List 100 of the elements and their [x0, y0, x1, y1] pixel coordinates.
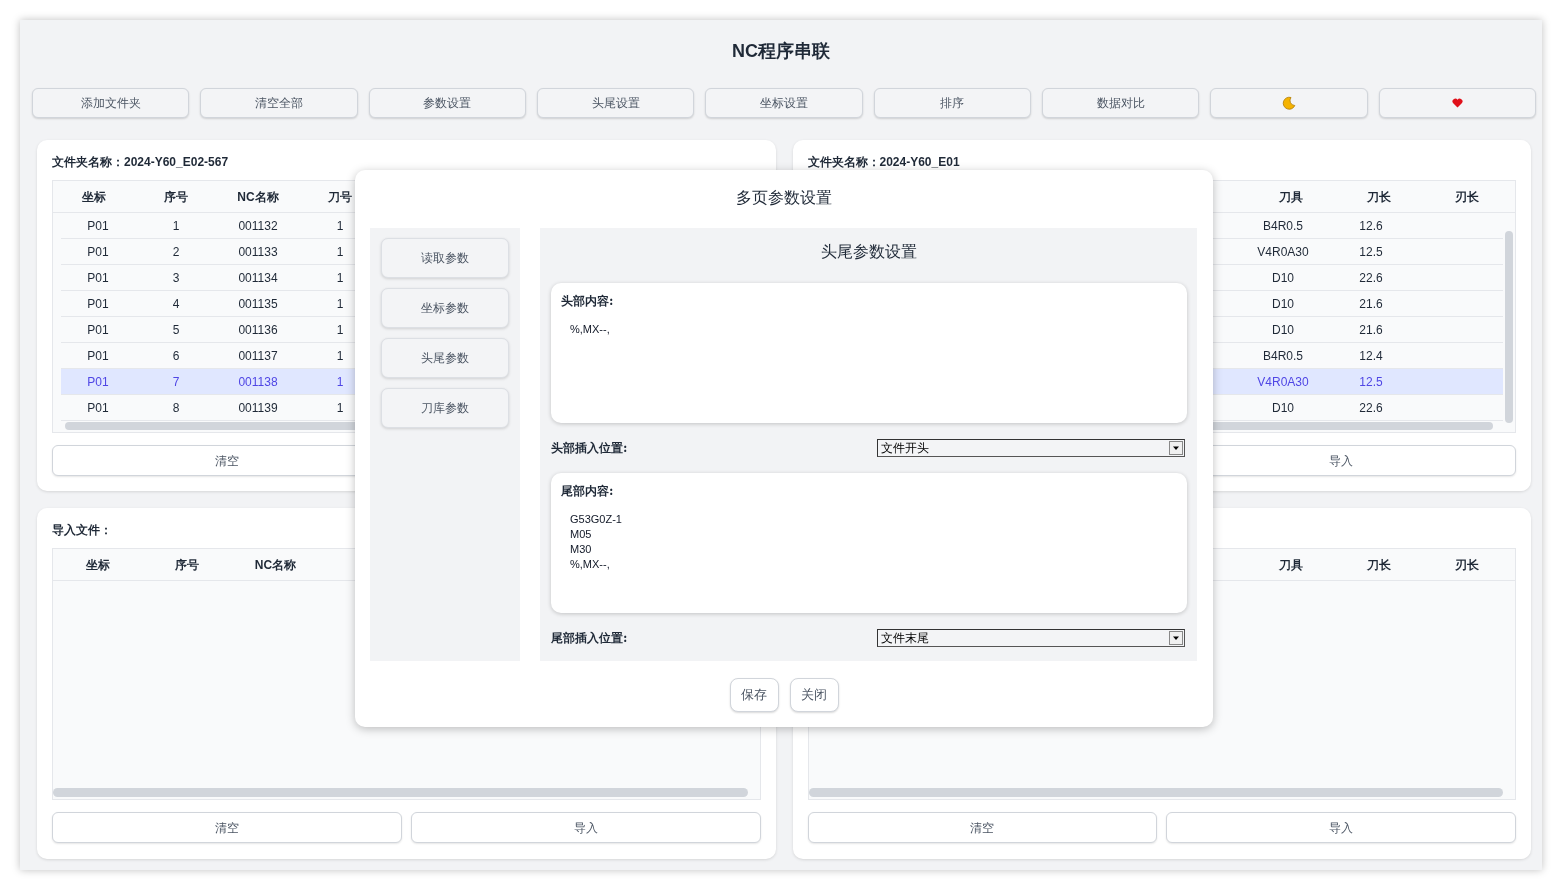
table-cell-text: 12.5 — [1359, 243, 1383, 261]
column-header: 刃长 — [1454, 556, 1480, 574]
dialog-button[interactable]: 关闭 — [789, 678, 839, 712]
panel-button[interactable]: 导入 — [1166, 812, 1516, 843]
table-cell-text: 21.6 — [1359, 295, 1383, 313]
table-cell-text: 1 — [336, 347, 344, 365]
table-cell-text: P01 — [87, 295, 109, 313]
table-cell-text: 001133 — [238, 243, 278, 261]
table-cell-text: 22.6 — [1359, 399, 1383, 417]
heart-button[interactable] — [1378, 88, 1536, 118]
column-header: 序号 — [173, 556, 200, 574]
table-cell-text: 1 — [336, 217, 344, 235]
panel-button[interactable]: 导入 — [410, 812, 761, 843]
table-cell-text: 1 — [336, 399, 344, 417]
panel-button[interactable]: 清空 — [52, 812, 402, 843]
field-label: 尾部内容: — [561, 483, 614, 499]
column-header: 刃长 — [1454, 188, 1480, 206]
table-cell-text: 1 — [172, 217, 180, 235]
column-header: 刀长 — [1366, 556, 1392, 574]
column-header: 刀具 — [1278, 556, 1304, 574]
table-cell-text: 12.4 — [1359, 347, 1383, 365]
folder-title: 文件夹名称：2024-Y60_E02-567 — [52, 155, 229, 169]
column-header: 刀长 — [1366, 188, 1392, 206]
dropdown[interactable]: 文件开头 — [877, 439, 1185, 457]
table-cell-text: P01 — [87, 399, 109, 417]
table-cell-text: 001137 — [238, 347, 278, 365]
column-header: NC名称 — [236, 188, 280, 206]
table-cell-text: 5 — [172, 321, 180, 339]
heart-icon — [1451, 98, 1463, 108]
table-cell-text: B4R0.5 — [1263, 217, 1303, 235]
table-cell-text: 001134 — [238, 269, 278, 287]
dialog-title: 多页参数设置 — [736, 188, 832, 208]
dialog-button[interactable]: 保存 — [729, 678, 779, 712]
table-cell-text: B4R0.5 — [1263, 347, 1303, 365]
table-cell-text: P01 — [87, 243, 109, 261]
table-cell-text: P01 — [87, 321, 109, 339]
table-cell-text: P01 — [87, 217, 109, 235]
toolbar-button[interactable]: 排序 — [873, 88, 1031, 118]
table-cell-text: 6 — [172, 347, 180, 365]
field-label: 头部插入位置: — [551, 440, 628, 457]
moon-button[interactable] — [1210, 88, 1368, 118]
page-title: 头尾参数设置 — [821, 242, 917, 262]
toolbar-button[interactable]: 数据对比 — [1042, 88, 1200, 118]
app-title: NC程序串联 — [732, 40, 830, 62]
nav-button[interactable]: 坐标参数 — [381, 288, 509, 328]
table-cell-text: 22.6 — [1359, 269, 1383, 287]
table-cell-text: D10 — [1272, 295, 1294, 313]
table-cell-text: V4R0A30 — [1257, 243, 1309, 261]
scrollbar[interactable] — [53, 788, 748, 797]
table-cell-text: 1 — [336, 269, 344, 287]
table-cell-text: P01 — [87, 373, 109, 391]
table-cell-text: 12.5 — [1359, 373, 1383, 391]
table-cell-text: 1 — [336, 373, 344, 391]
scrollbar[interactable] — [808, 788, 1503, 797]
column-header: 刀具 — [1278, 188, 1304, 206]
table-cell-text: 3 — [172, 269, 180, 287]
table-cell-text: 1 — [336, 243, 344, 261]
table-cell-text: D10 — [1272, 321, 1294, 339]
nav-button[interactable]: 刀库参数 — [381, 388, 509, 428]
table-cell-text: 001135 — [238, 295, 278, 313]
toolbar-button[interactable]: 清空全部 — [200, 88, 358, 118]
table-cell-text: 2 — [172, 243, 180, 261]
table-cell-text: 001139 — [238, 399, 278, 417]
moon-icon — [1282, 96, 1296, 110]
table-cell-text: 4 — [172, 295, 180, 313]
table-cell-text: 001132 — [238, 217, 278, 235]
column-header: 坐标 — [84, 556, 111, 574]
table-cell-text: 1 — [336, 295, 344, 313]
table-cell-text: P01 — [87, 347, 109, 365]
code-text: %,MX--, — [570, 322, 610, 337]
table-cell-text: D10 — [1272, 269, 1294, 287]
table-cell-text: 001138 — [238, 373, 278, 391]
column-header: NC名称 — [253, 556, 298, 574]
toolbar-button[interactable]: 坐标设置 — [705, 88, 863, 118]
code-text: G53G0Z-1 M05 M30 %,MX--, — [570, 512, 622, 572]
column-header: 序号 — [163, 188, 189, 206]
toolbar-button[interactable]: 头尾设置 — [537, 88, 695, 118]
toolbar-button[interactable]: 参数设置 — [368, 88, 526, 118]
table-cell-text: P01 — [87, 269, 109, 287]
table-cell-text: V4R0A30 — [1257, 373, 1309, 391]
dropdown-value: 文件末尾 — [880, 630, 930, 647]
dropdown[interactable]: 文件末尾 — [877, 629, 1185, 647]
toolbar-button[interactable]: 添加文件夹 — [32, 88, 190, 118]
field-label: 头部内容: — [561, 293, 614, 309]
dropdown-value: 文件开头 — [880, 440, 930, 457]
field-label: 尾部插入位置: — [551, 630, 628, 647]
table-cell-text: 1 — [336, 321, 344, 339]
table-cell-text: 12.6 — [1359, 217, 1383, 235]
panel-button[interactable]: 清空 — [807, 812, 1158, 843]
nav-button[interactable]: 读取参数 — [381, 238, 509, 278]
table-cell-text: 8 — [172, 399, 180, 417]
column-header: 坐标 — [81, 188, 107, 206]
scrollbar[interactable] — [1505, 231, 1513, 423]
nav-button[interactable]: 头尾参数 — [381, 338, 509, 378]
table-cell-text: D10 — [1272, 399, 1294, 417]
table-cell-text: 21.6 — [1359, 321, 1383, 339]
folder-title: 文件夹名称：2024-Y60_E01 — [807, 155, 960, 169]
column-header: 刀号 — [327, 188, 353, 206]
table-cell-text: 7 — [172, 373, 180, 391]
table-cell-text: 001136 — [238, 321, 278, 339]
